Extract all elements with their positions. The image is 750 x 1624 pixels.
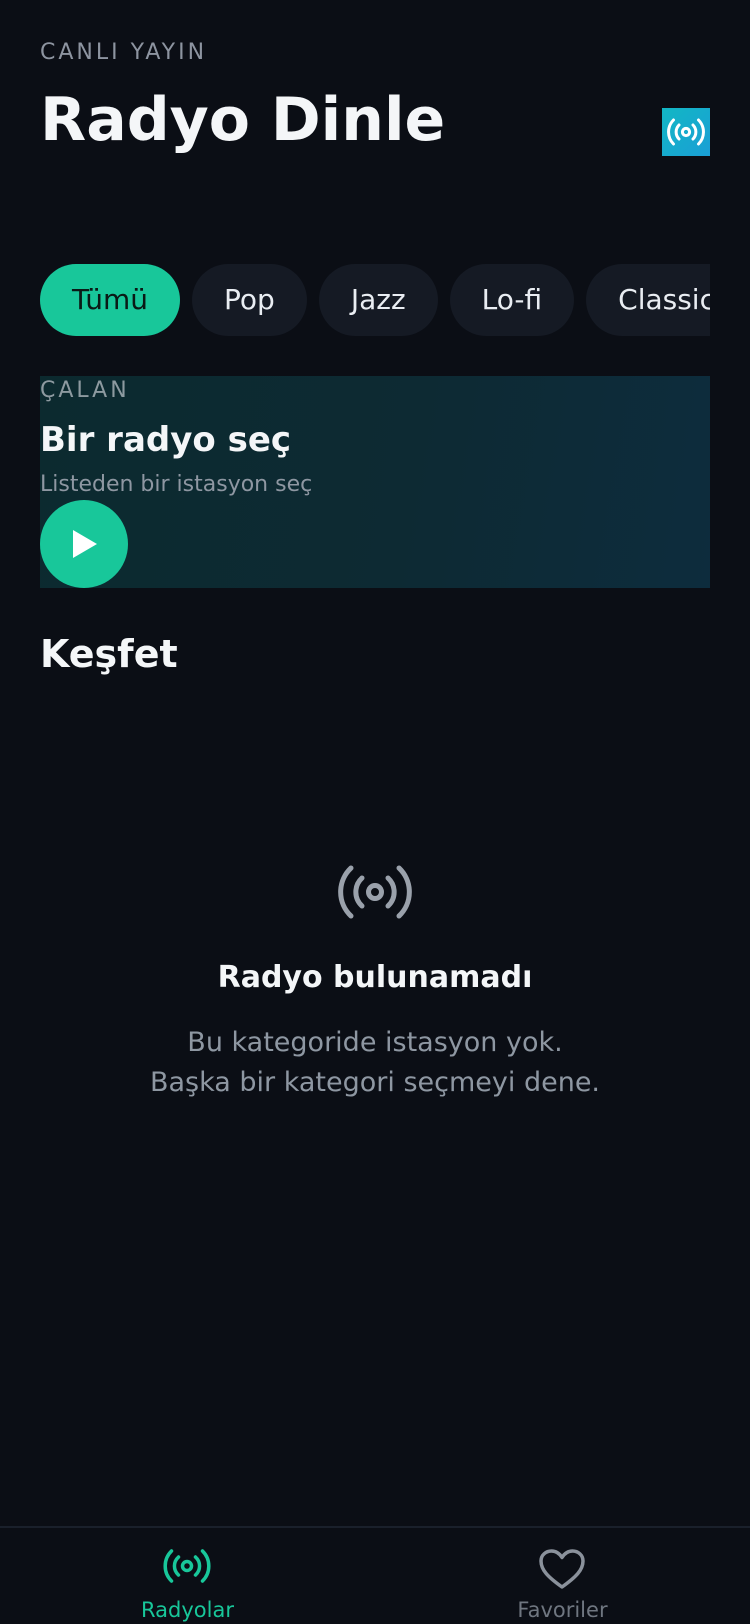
tab-radios[interactable]: Radyolar: [0, 1528, 375, 1624]
now-playing-subtitle: Listeden bir istasyon seç: [40, 472, 313, 497]
discover-title: Keşfet: [40, 632, 178, 676]
chip-lofi[interactable]: Lo-fi: [449, 264, 575, 336]
chip-all[interactable]: Tümü: [40, 264, 181, 336]
tab-favorites-label: Favoriler: [517, 1598, 608, 1622]
chip-classic[interactable]: Classic: [586, 264, 710, 336]
empty-state-line-2: Başka bir kategori seçmeyi dene.: [149, 1067, 601, 1098]
chip-jazz[interactable]: Jazz: [318, 264, 438, 336]
now-playing-card: ÇALAN Bir radyo seç Listeden bir istasyo…: [40, 376, 710, 588]
live-eyebrow: CANLI YAYIN: [40, 40, 208, 65]
radio-screen: CANLI YAYIN Radyo Dinle Tümü Pop Jazz Lo-fi…: [0, 0, 750, 1624]
radio-broadcast-icon: [338, 865, 412, 919]
empty-state: Radyo bulunamadı Bu kategoride istasyon …: [0, 860, 750, 1103]
play-icon: [73, 530, 97, 558]
now-playing-label: ÇALAN: [40, 378, 130, 403]
page-title: Radyo Dinle: [40, 85, 446, 155]
live-broadcast-button[interactable]: [662, 108, 710, 156]
heart-icon: [539, 1549, 585, 1589]
empty-state-line-1: Bu kategoride istasyon yok.: [187, 1027, 563, 1058]
empty-state-message: Bu kategoride istasyon yok. Başka bir ka…: [0, 1023, 750, 1103]
now-playing-title: Bir radyo seç: [40, 420, 292, 460]
category-chips: Tümü Pop Jazz Lo-fi Classic: [40, 264, 710, 336]
tab-favorites[interactable]: Favoriler: [375, 1528, 750, 1624]
bottom-tab-bar: Radyolar Favoriler: [0, 1526, 750, 1624]
radio-broadcast-icon: [667, 118, 705, 146]
play-button[interactable]: [40, 500, 128, 588]
tab-radios-label: Radyolar: [141, 1598, 234, 1622]
empty-state-title: Radyo bulunamadı: [217, 960, 533, 995]
chip-pop[interactable]: Pop: [192, 264, 307, 336]
radio-broadcast-icon: [163, 1549, 211, 1583]
